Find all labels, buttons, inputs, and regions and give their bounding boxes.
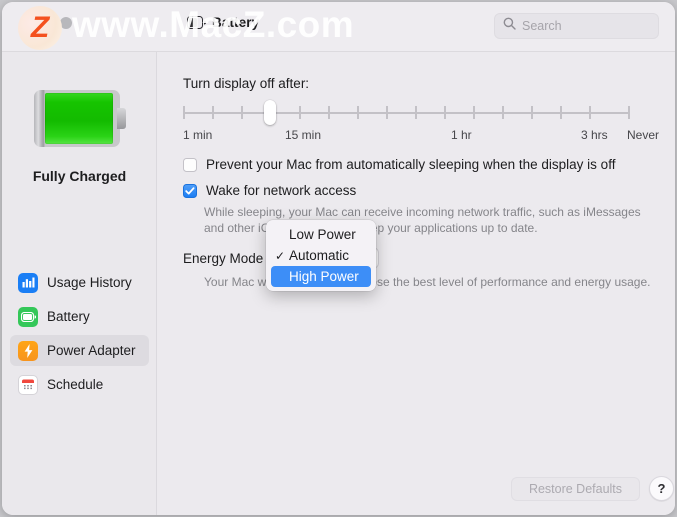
- wake-network-row[interactable]: Wake for network access: [183, 183, 356, 198]
- battery-preferences-window: Battery Fully Charged: [2, 2, 675, 515]
- slider-label: 1 min: [183, 128, 212, 142]
- wake-network-label: Wake for network access: [206, 183, 356, 198]
- battery-status-text: Fully Charged: [2, 168, 157, 184]
- slider-tick-labels: 1 min 15 min 1 hr 3 hrs Never: [183, 128, 638, 144]
- prevent-sleep-label: Prevent your Mac from automatically slee…: [206, 157, 615, 172]
- battery-status-block: Fully Charged: [2, 90, 157, 184]
- help-button[interactable]: ?: [649, 476, 674, 501]
- display-sleep-slider[interactable]: [183, 100, 630, 126]
- sidebar: Fully Charged Usage History: [2, 52, 157, 515]
- main-content: Turn display off after: 1 min 15 min 1: [157, 52, 675, 515]
- checkmark-icon: ✓: [275, 250, 289, 262]
- energy-mode-dropdown-menu[interactable]: Low Power ✓ Automatic High Power: [266, 220, 376, 291]
- menu-item-label: High Power: [289, 269, 359, 284]
- slider-label: 15 min: [285, 128, 321, 142]
- sidebar-item-battery[interactable]: Battery: [10, 301, 149, 332]
- window-title-group: Battery: [187, 15, 259, 30]
- slider-label: Never: [627, 128, 659, 142]
- schedule-calendar-icon: [18, 375, 38, 395]
- search-input[interactable]: [522, 19, 652, 33]
- sidebar-list: Usage History Battery: [10, 267, 149, 403]
- sidebar-item-label: Battery: [47, 309, 90, 324]
- slider-label: 3 hrs: [581, 128, 608, 142]
- display-off-label: Turn display off after:: [183, 76, 309, 91]
- maximize-window-button[interactable]: [60, 17, 72, 29]
- sidebar-item-label: Power Adapter: [47, 343, 136, 358]
- sidebar-item-label: Schedule: [47, 377, 103, 392]
- search-icon: [503, 17, 516, 35]
- menu-item-low-power[interactable]: Low Power: [271, 224, 371, 245]
- minimize-window-button[interactable]: [40, 17, 52, 29]
- restore-defaults-button[interactable]: Restore Defaults: [511, 477, 640, 501]
- sidebar-item-label: Usage History: [47, 275, 132, 290]
- sidebar-item-schedule[interactable]: Schedule: [10, 369, 149, 400]
- close-window-button[interactable]: [20, 17, 32, 29]
- prevent-sleep-checkbox[interactable]: [183, 158, 197, 172]
- menu-item-high-power[interactable]: High Power: [271, 266, 371, 287]
- window-titlebar: Battery: [2, 2, 675, 52]
- energy-mode-label: Energy Mode: [183, 251, 263, 266]
- usage-history-icon: [18, 273, 38, 293]
- menu-item-label: Low Power: [289, 227, 356, 242]
- menu-item-label: Automatic: [289, 248, 349, 263]
- window-title: Battery: [212, 15, 259, 30]
- battery-icon: [18, 307, 38, 327]
- battery-icon: [187, 16, 206, 29]
- menu-item-automatic[interactable]: ✓ Automatic: [271, 245, 371, 266]
- slider-knob[interactable]: [264, 100, 276, 125]
- slider-label: 1 hr: [451, 128, 472, 142]
- search-field[interactable]: [494, 13, 659, 39]
- large-battery-full-icon: [34, 90, 126, 147]
- wake-network-checkbox[interactable]: [183, 184, 197, 198]
- sidebar-item-usage-history[interactable]: Usage History: [10, 267, 149, 298]
- power-adapter-icon: [18, 341, 38, 361]
- sidebar-item-power-adapter[interactable]: Power Adapter: [10, 335, 149, 366]
- slider-track: [183, 112, 630, 114]
- prevent-sleep-row[interactable]: Prevent your Mac from automatically slee…: [183, 157, 615, 172]
